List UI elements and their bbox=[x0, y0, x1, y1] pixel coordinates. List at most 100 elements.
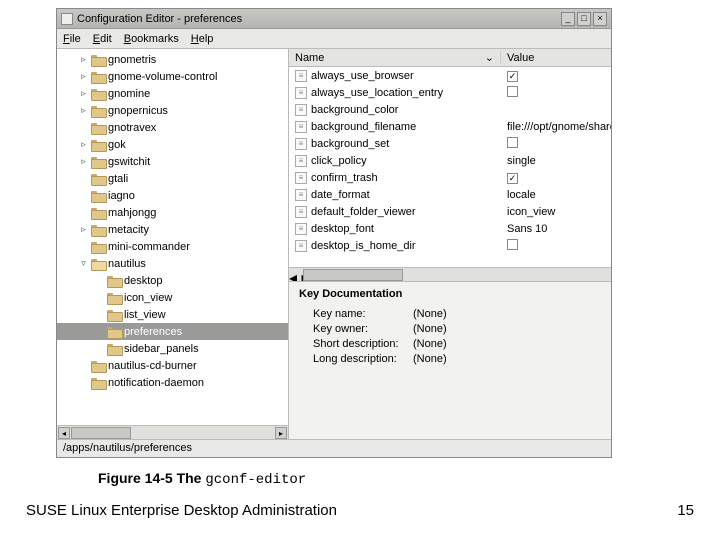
key-value[interactable]: locale bbox=[501, 189, 611, 201]
menu-help[interactable]: Help bbox=[191, 33, 214, 45]
doc-keyname-label: Key name: bbox=[313, 308, 413, 320]
tree-item-label: desktop bbox=[124, 275, 163, 287]
tree-item-metacity[interactable]: ▹ metacity bbox=[57, 221, 288, 238]
table-header[interactable]: Name ⌄ Value bbox=[289, 49, 611, 67]
menu-edit[interactable]: Edit bbox=[93, 33, 112, 45]
maximize-button[interactable]: □ bbox=[577, 12, 591, 26]
doc-keyname-value: (None) bbox=[413, 308, 447, 320]
scroll-thumb[interactable] bbox=[303, 269, 403, 281]
key-value[interactable]: Sans 10 bbox=[501, 223, 611, 235]
table-row[interactable]: ≡confirm_trash✓ bbox=[289, 169, 611, 186]
key-name: background_set bbox=[311, 138, 389, 150]
checkbox[interactable]: ✓ bbox=[507, 173, 518, 184]
tree-item-gtali[interactable]: gtali bbox=[57, 170, 288, 187]
key-value[interactable] bbox=[501, 137, 611, 151]
key-icon: ≡ bbox=[295, 121, 307, 133]
expanded-icon[interactable]: ▿ bbox=[79, 258, 88, 269]
window-buttons: _ □ × bbox=[561, 12, 607, 26]
scroll-left-icon[interactable]: ◂ bbox=[289, 270, 297, 282]
key-name: date_format bbox=[311, 189, 370, 201]
tree-item-label: preferences bbox=[124, 326, 182, 338]
app-icon bbox=[61, 13, 73, 25]
key-value[interactable] bbox=[501, 86, 611, 100]
key-icon: ≡ bbox=[295, 155, 307, 167]
key-name: always_use_location_entry bbox=[311, 87, 443, 99]
table-row[interactable]: ≡ always_use_location_entry bbox=[289, 84, 611, 101]
table-body[interactable]: ≡always_use_browser✓ ≡ always_use_location… bbox=[289, 67, 611, 267]
checkbox[interactable]: ✓ bbox=[507, 71, 518, 82]
doc-shortdesc-label: Short description: bbox=[313, 338, 413, 350]
key-value[interactable]: icon_view bbox=[501, 206, 611, 218]
tree-item-label: gnomine bbox=[108, 88, 150, 100]
menu-bookmarks[interactable]: Bookmarks bbox=[124, 33, 179, 45]
tree-item-gnome-volume-control[interactable]: ▹gnome-volume-control bbox=[57, 68, 288, 85]
scroll-left-icon[interactable]: ◂ bbox=[58, 427, 70, 439]
collapsed-icon[interactable]: ▹ bbox=[79, 71, 88, 82]
close-button[interactable]: × bbox=[593, 12, 607, 26]
tree-list[interactable]: ▹gnometris▹gnome-volume-control▹gnomine▹… bbox=[57, 49, 288, 425]
menu-file[interactable]: File bbox=[63, 33, 81, 45]
collapsed-icon[interactable]: ▹ bbox=[79, 139, 88, 150]
tree-item-gnopernicus[interactable]: ▹ gnopernicus bbox=[57, 102, 288, 119]
key-icon: ≡ bbox=[295, 87, 307, 99]
collapsed-icon[interactable]: ▹ bbox=[79, 54, 88, 65]
collapsed-icon[interactable]: ▹ bbox=[79, 224, 88, 235]
table-row[interactable]: ≡always_use_browser✓ bbox=[289, 67, 611, 84]
table-row[interactable]: ≡background_color bbox=[289, 101, 611, 118]
tree-item-gnomine[interactable]: ▹ gnomine bbox=[57, 85, 288, 102]
table-row[interactable]: ≡default_folder_viewericon_view bbox=[289, 203, 611, 220]
scroll-thumb[interactable] bbox=[71, 427, 131, 439]
doc-keyowner-label: Key owner: bbox=[313, 323, 413, 335]
tree-item-iagno[interactable]: iagno bbox=[57, 187, 288, 204]
tree-item-sidebar_panels[interactable]: sidebar_panels bbox=[57, 340, 288, 357]
table-row[interactable]: ≡background_filenamefile:///opt/gnome/sh… bbox=[289, 118, 611, 135]
key-value[interactable] bbox=[501, 239, 611, 253]
folder-icon bbox=[91, 258, 105, 269]
tree-hscrollbar[interactable]: ◂ ▸ bbox=[57, 425, 288, 439]
tree-item-gok[interactable]: ▹gok bbox=[57, 136, 288, 153]
tree-item-nautilus[interactable]: ▿nautilus bbox=[57, 255, 288, 272]
tree-item-icon_view[interactable]: icon_view bbox=[57, 289, 288, 306]
table-hscrollbar[interactable]: ◂ ▸ bbox=[289, 267, 611, 281]
collapsed-icon[interactable]: ▹ bbox=[79, 88, 88, 99]
tree-item-label: metacity bbox=[108, 224, 149, 236]
col-name-header[interactable]: Name ⌄ bbox=[289, 51, 501, 64]
collapsed-icon[interactable]: ▹ bbox=[79, 105, 88, 116]
checkbox[interactable] bbox=[507, 137, 518, 148]
key-value[interactable]: ✓ bbox=[501, 172, 611, 184]
folder-icon bbox=[91, 71, 105, 82]
tree-item-gnometris[interactable]: ▹gnometris bbox=[57, 51, 288, 68]
tree-item-notification-daemon[interactable]: notification-daemon bbox=[57, 374, 288, 391]
table-row[interactable]: ≡desktop_is_home_dir bbox=[289, 237, 611, 254]
tree-item-label: gnopernicus bbox=[108, 105, 168, 117]
folder-icon bbox=[91, 173, 105, 184]
key-value[interactable]: file:///opt/gnome/share/nauti bbox=[501, 121, 611, 133]
tree-item-label: mahjongg bbox=[108, 207, 156, 219]
tree-item-gswitchit[interactable]: ▹gswitchit bbox=[57, 153, 288, 170]
tree-item-preferences[interactable]: preferences bbox=[57, 323, 288, 340]
tree-item-desktop[interactable]: desktop bbox=[57, 272, 288, 289]
tree-item-label: notification-daemon bbox=[108, 377, 204, 389]
figure-caption: Figure 14-5 The gconf-editor bbox=[98, 470, 306, 488]
table-row[interactable]: ≡desktop_fontSans 10 bbox=[289, 220, 611, 237]
col-value-header[interactable]: Value bbox=[501, 52, 611, 64]
tree-item-nautilus-cd-burner[interactable]: nautilus-cd-burner bbox=[57, 357, 288, 374]
tree-item-gnotravex[interactable]: gnotravex bbox=[57, 119, 288, 136]
table-row[interactable]: ≡background_set bbox=[289, 135, 611, 152]
folder-icon bbox=[107, 292, 121, 303]
checkbox[interactable] bbox=[507, 86, 518, 97]
titlebar[interactable]: Configuration Editor - preferences _ □ × bbox=[57, 9, 611, 29]
collapsed-icon[interactable]: ▹ bbox=[79, 156, 88, 167]
tree-item-list_view[interactable]: list_view bbox=[57, 306, 288, 323]
key-documentation-pane: Key Documentation Key name: (None) Key o… bbox=[289, 282, 611, 439]
table-row[interactable]: ≡click_policysingle bbox=[289, 152, 611, 169]
table-row[interactable]: ≡date_formatlocale bbox=[289, 186, 611, 203]
folder-icon bbox=[91, 377, 105, 388]
scroll-right-icon[interactable]: ▸ bbox=[275, 427, 287, 439]
key-value[interactable]: ✓ bbox=[501, 70, 611, 82]
checkbox[interactable] bbox=[507, 239, 518, 250]
tree-item-mahjongg[interactable]: mahjongg bbox=[57, 204, 288, 221]
tree-item-mini-commander[interactable]: mini-commander bbox=[57, 238, 288, 255]
key-value[interactable]: single bbox=[501, 155, 611, 167]
minimize-button[interactable]: _ bbox=[561, 12, 575, 26]
